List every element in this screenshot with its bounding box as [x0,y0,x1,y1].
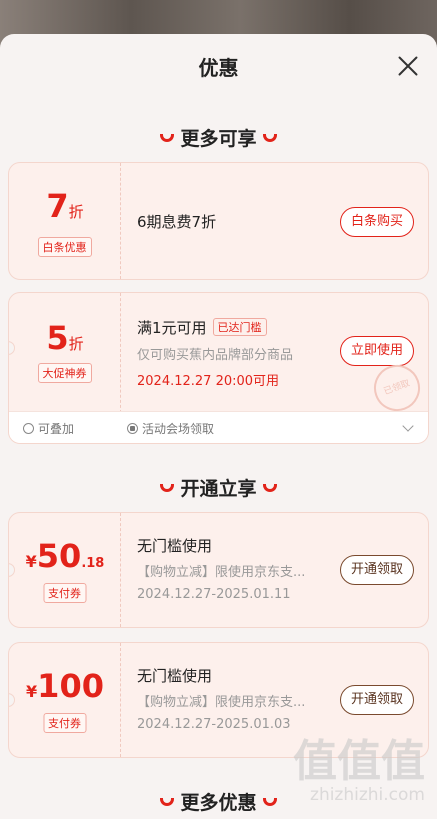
chevron-down-icon[interactable] [402,420,414,432]
coupon-tag: 大促神券 [37,363,92,383]
use-now-button[interactable]: 立即使用 [339,336,414,366]
coupon-tag: 支付券 [43,583,86,603]
smile-icon [262,133,277,142]
coupon-time: 2024.12.27-2025.01.03 [137,717,291,732]
coupon-value: ¥50.18 [25,537,105,575]
coupon-value-area: ¥100 支付券 [9,643,121,757]
claimed-stamp: 已领取 [367,358,427,418]
coupon-time: 2024.12.27 20:00可用 [137,374,280,389]
smile-icon [262,483,277,492]
smile-icon [160,133,175,142]
sheet-header: 优惠 [0,34,437,100]
watermark-logo: 值值值 [293,736,425,787]
coupon-desc: 【购物立减】限使用京东支... [137,565,306,580]
baitiao-buy-button[interactable]: 白条购买 [339,207,414,237]
stackable-info: 可叠加 [23,420,74,437]
discount-sheet: 优惠 更多可享 7折 白条优惠 6期息费7折 白条购买 5折 大促神券 满1元可… [0,34,437,819]
coupon-desc: 仅可购买蕉内品牌部分商品 [137,348,294,363]
coupon-value: 5折 [46,319,84,357]
info-icon [23,423,34,434]
watermark-url: zhizhizhi.com [310,785,425,805]
coupon-title: 满1元可用 已达门槛 [137,317,267,338]
smile-icon [262,797,277,806]
smile-icon [160,797,175,806]
sheet-title: 优惠 [198,56,239,80]
coupon-value-area: 5折 大促神券 [9,293,121,413]
coupon-card-promo: 5折 大促神券 满1元可用 已达门槛 仅可购买蕉内品牌部分商品 2024.12.2… [8,292,429,444]
coupon-card-pay-50: ¥50.18 支付券 无门槛使用 【购物立减】限使用京东支... 2024.12… [8,512,429,628]
coupon-footer[interactable]: 可叠加 活动会场领取 [9,411,428,443]
coupon-desc: 【购物立减】限使用京东支... [137,695,306,710]
section-title-more-enjoy: 更多可享 [0,124,437,151]
smile-icon [160,483,175,492]
coupon-title: 无门槛使用 [137,537,213,555]
coupon-title: 无门槛使用 [137,667,213,685]
source-info: 活动会场领取 [127,420,214,437]
coupon-title: 6期息费7折 [137,213,217,231]
open-claim-button[interactable]: 开通领取 [339,685,414,715]
open-claim-button[interactable]: 开通领取 [339,555,414,585]
coupon-card-baitiao: 7折 白条优惠 6期息费7折 白条购买 [8,162,429,280]
site-watermark: 值值值 zhizhizhi.com [293,736,425,806]
coupon-value: 7折 [46,187,84,225]
venue-icon [127,423,138,434]
coupon-tag: 支付券 [43,713,86,733]
close-icon[interactable] [397,54,419,76]
coupon-value-area: ¥50.18 支付券 [9,513,121,627]
threshold-badge: 已达门槛 [212,318,267,336]
coupon-tag: 白条优惠 [37,237,92,257]
coupon-value-area: 7折 白条优惠 [9,163,121,279]
coupon-time: 2024.12.27-2025.01.11 [137,587,291,602]
section-title-open-enjoy: 开通立享 [0,474,437,501]
coupon-value: ¥100 [26,667,104,705]
